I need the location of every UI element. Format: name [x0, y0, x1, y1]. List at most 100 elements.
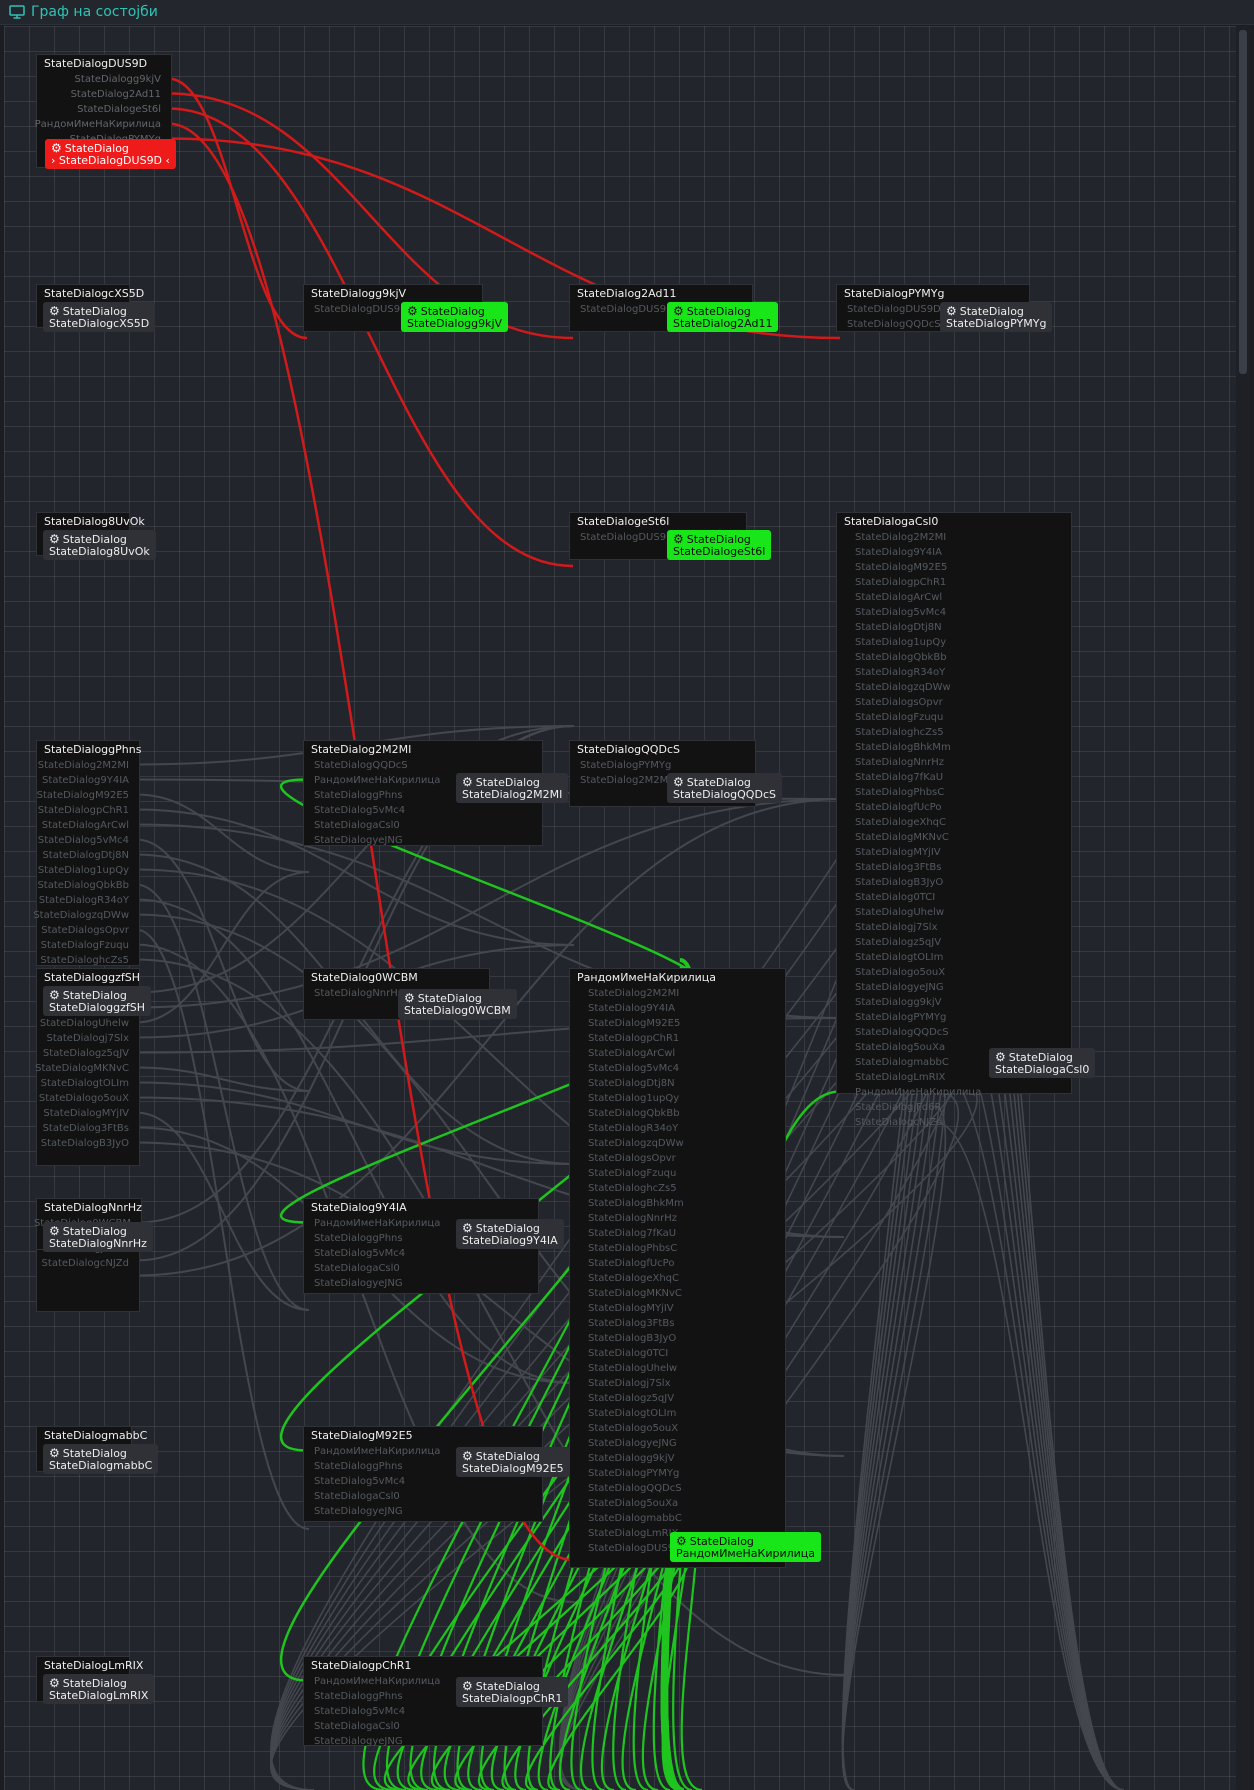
- port-label[interactable]: StateDialogQQDcS: [847, 317, 941, 332]
- port-label[interactable]: StateDialoggPhns: [314, 1689, 440, 1704]
- port-label[interactable]: StateDialogyeJNG: [588, 1436, 684, 1451]
- state-badge[interactable]: ⚙ StateDialog StateDialoggzfSH: [43, 986, 152, 1016]
- state-node[interactable]: StateDialog2Ad11 StateDialogDUS9D ⚙ StateDi…: [569, 284, 779, 332]
- port-label[interactable]: StateDialogo5ouX: [855, 965, 981, 980]
- port-label[interactable]: StateDialogQbkBb: [855, 650, 981, 665]
- port-label[interactable]: StateDialogo5ouX: [35, 1091, 129, 1106]
- port-label[interactable]: StateDialogArCwl: [33, 818, 129, 833]
- port-label[interactable]: StateDialogM92E5: [588, 1016, 684, 1031]
- port-label[interactable]: StateDialogPYMYg: [580, 758, 671, 773]
- port-label[interactable]: StateDialog2M2MI: [855, 530, 981, 545]
- port-label[interactable]: StateDialogDUS9D: [847, 302, 941, 317]
- state-node[interactable]: StateDialoggPhns StateDialog2M2MI StateDia…: [33, 740, 141, 968]
- state-node[interactable]: StateDialogcXS5D ⚙ StateDialog StateDialogc…: [36, 284, 156, 332]
- port-label[interactable]: StateDialog7fKaU: [588, 1226, 684, 1241]
- port-label[interactable]: StateDialogB3JyO: [35, 1136, 129, 1151]
- port-label[interactable]: StateDialogQQDcS: [855, 1025, 981, 1040]
- port-label[interactable]: StateDialogyeJNG: [314, 1504, 440, 1519]
- port-label[interactable]: РандомИмеНаКирилица: [35, 117, 161, 132]
- port-label[interactable]: StateDialogaCsl0: [314, 818, 440, 833]
- state-badge[interactable]: ⚙ StateDialog StateDialogQQDcS: [667, 773, 782, 803]
- port-label[interactable]: StateDialogz5qJV: [855, 935, 981, 950]
- port-label[interactable]: StateDialog1upQy: [855, 635, 981, 650]
- port-label[interactable]: StateDialogj7Slx: [35, 1031, 129, 1046]
- port-label[interactable]: StateDialoggPhns: [314, 1231, 440, 1246]
- port-label[interactable]: StateDialoggPhns: [314, 788, 440, 803]
- port-label[interactable]: РандомИмеНаКирилица: [314, 1674, 440, 1689]
- port-label[interactable]: РандомИмеНаКирилица: [855, 1085, 981, 1100]
- port-label[interactable]: StateDialogMKNvC: [588, 1286, 684, 1301]
- port-label[interactable]: StateDialog2M2MI: [588, 986, 684, 1001]
- state-node[interactable]: StateDialog9Y4IA РандомИмеНаКирилица State…: [303, 1198, 564, 1294]
- port-label[interactable]: StateDialog5vMc4: [314, 1246, 440, 1261]
- port-label[interactable]: StateDialog1upQy: [33, 863, 129, 878]
- port-label[interactable]: StateDialogaCsl0: [314, 1489, 440, 1504]
- port-label[interactable]: StateDialogj7Slx: [588, 1376, 684, 1391]
- state-node[interactable]: StateDialogLmRIX ⚙ StateDialog StateDialogL…: [36, 1656, 155, 1704]
- port-label[interactable]: StateDialogaCsl0: [314, 1261, 440, 1276]
- port-label[interactable]: StateDialog2M2MI: [580, 773, 671, 788]
- state-node[interactable]: StateDialogg9kjV StateDialogDUS9D ⚙ StateDi…: [303, 284, 509, 332]
- state-badge[interactable]: ⚙ StateDialog РандомИмеНаКирилица: [670, 1532, 822, 1562]
- state-badge[interactable]: ⚙ StateDialog StateDialogg9kjV: [401, 302, 509, 332]
- port-label[interactable]: StateDialoghcZs5: [33, 953, 129, 968]
- port-label[interactable]: StateDialogLmRIX: [855, 1070, 981, 1085]
- port-label[interactable]: StateDialogpChR1: [855, 575, 981, 590]
- port-label[interactable]: StateDialogQbkBb: [33, 878, 129, 893]
- port-label[interactable]: StateDialogFzuqu: [588, 1166, 684, 1181]
- port-label[interactable]: StateDialogM92E5: [33, 788, 129, 803]
- port-label[interactable]: StateDialogB3JyO: [855, 875, 981, 890]
- port-label[interactable]: StateDialogyeJNG: [855, 980, 981, 995]
- port-label[interactable]: StateDialogArCwl: [855, 590, 981, 605]
- state-node[interactable]: StateDialogNnrHzStateDialog0WCBM⚙StateDi…: [34, 1198, 153, 1252]
- port-label[interactable]: StateDialog9Y4IA: [855, 545, 981, 560]
- port-label[interactable]: StateDialogDUS9D: [580, 530, 674, 545]
- port-label[interactable]: StateDialogtOLIm: [35, 1076, 129, 1091]
- port-label[interactable]: РандомИмеНаКирилица: [314, 773, 440, 788]
- port-label[interactable]: StateDialogDtj8N: [855, 620, 981, 635]
- state-node[interactable]: StateDialog0WCBM StateDialogNnrHz ⚙ StateDi…: [303, 968, 517, 1020]
- port-label[interactable]: StateDialog3FtBs: [855, 860, 981, 875]
- port-label[interactable]: StateDialog9Y4IA: [33, 773, 129, 788]
- port-label[interactable]: StateDialogfUcPo: [588, 1256, 684, 1271]
- state-badge[interactable]: ⚙ StateDialog StateDialogcXS5D: [43, 302, 156, 332]
- port-label[interactable]: StateDialogeXhqC: [588, 1271, 684, 1286]
- state-node[interactable]: StateDialogM92E5 РандомИмеНаКирилица State…: [303, 1426, 570, 1522]
- port-label[interactable]: StateDialog5vMc4: [33, 833, 129, 848]
- port-label[interactable]: StateDialogFzuqu: [855, 710, 981, 725]
- state-node[interactable]: StateDialogQQDcS StateDialogPYMYg StateDia…: [569, 740, 782, 807]
- port-label[interactable]: StateDialogQQDcS: [588, 1481, 684, 1496]
- port-label[interactable]: StateDialog5vMc4: [855, 605, 981, 620]
- state-badge[interactable]: ⚙ StateDialog StateDialogpChR1: [456, 1677, 569, 1707]
- port-label[interactable]: StateDialogz5qJV: [588, 1391, 684, 1406]
- vertical-scrollbar[interactable]: [1236, 26, 1250, 1790]
- port-label[interactable]: StateDialog0TCI: [588, 1346, 684, 1361]
- state-badge[interactable]: ⚙ StateDialog StateDialog2M2MI: [456, 773, 569, 803]
- port-label[interactable]: StateDialog5vMc4: [314, 1704, 440, 1719]
- port-label[interactable]: StateDialogcNJZd: [855, 1115, 981, 1130]
- state-badge[interactable]: ⚙ StateDialog StateDialogNnrHz: [43, 1222, 153, 1252]
- port-label[interactable]: StateDialogyeJNG: [314, 1734, 440, 1749]
- port-label[interactable]: StateDialogPYMYg: [588, 1466, 684, 1481]
- port-label[interactable]: StateDialoghcZs5: [588, 1181, 684, 1196]
- state-badge[interactable]: ⚙ StateDialog StateDialogaCsl0: [989, 1048, 1096, 1078]
- port-label[interactable]: StateDialogUhelw: [35, 1016, 129, 1031]
- state-node[interactable]: StateDialogeSt6l StateDialogDUS9D ⚙ StateDi…: [569, 512, 772, 560]
- state-badge[interactable]: ⚙ StateDialog StateDialog9Y4IA: [456, 1219, 564, 1249]
- port-label[interactable]: StateDialogDUS9D: [314, 302, 408, 317]
- port-label[interactable]: StateDialogsOpvr: [588, 1151, 684, 1166]
- port-label[interactable]: StateDialogPhbsC: [588, 1241, 684, 1256]
- state-node[interactable]: StateDialogaCsl0 StateDialog2M2MI StateDia…: [836, 512, 1096, 1128]
- port-label[interactable]: StateDialogMYjIV: [588, 1301, 684, 1316]
- port-label[interactable]: StateDialogNnrHz: [314, 986, 403, 1001]
- port-label[interactable]: StateDialogzqDWw: [855, 680, 981, 695]
- port-label[interactable]: StateDialogz5qJV: [35, 1046, 129, 1061]
- port-label[interactable]: StateDialogFzuqu: [33, 938, 129, 953]
- port-label[interactable]: StateDialogBhkMm: [588, 1196, 684, 1211]
- port-label[interactable]: StateDialogNnrHz: [855, 755, 981, 770]
- port-label[interactable]: StateDialogUhelw: [855, 905, 981, 920]
- port-label[interactable]: StateDialogMYjIV: [855, 845, 981, 860]
- graph-canvas[interactable]: StateDialogDUS9D StateDialogg9kjV StateDia…: [4, 26, 1238, 1790]
- state-badge[interactable]: ⚙ StateDialog StateDialog2Ad11: [667, 302, 779, 332]
- port-label[interactable]: StateDialogeXhqC: [855, 815, 981, 830]
